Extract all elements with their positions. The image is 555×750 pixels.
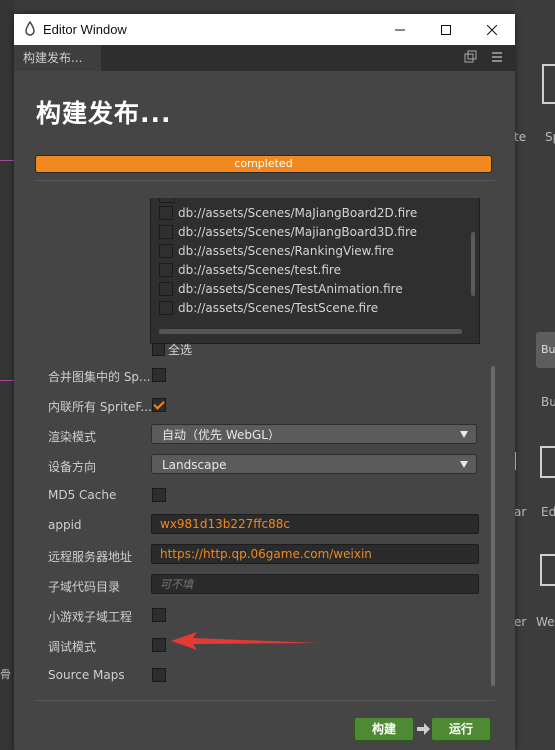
build-progress-bar: completed [35, 155, 492, 173]
scene-checkbox[interactable] [159, 224, 173, 239]
render-mode-value: 自动（优先 WebGL） [162, 428, 280, 442]
render-mode-label: 渲染模式 [48, 430, 97, 444]
asset-thumbnail-icon [540, 554, 555, 586]
subdomain-dir-label: 子域代码目录 [48, 580, 121, 594]
editor-window: Editor Window 构建发布... 构建发布... completed [14, 14, 515, 750]
minimize-icon [395, 29, 405, 30]
select-all-label: 全选 [168, 343, 193, 357]
orientation-select[interactable]: Landscape [151, 454, 477, 474]
maximize-button[interactable] [423, 14, 469, 45]
scene-checkbox[interactable] [159, 281, 173, 296]
menu-icon[interactable] [490, 50, 504, 64]
background-guide-line [0, 160, 14, 161]
build-button[interactable]: 构建 [354, 717, 414, 741]
scene-path: db://assets/Scenes/test.fire [178, 262, 341, 277]
inline-sprite-label: 内联所有 SpriteF... [48, 400, 152, 414]
list-item: db://assets/Scenes/TestAnimation.fire [159, 279, 403, 298]
list-item: db://assets/Scenes/MaJiangBoard2D.fire [159, 203, 417, 222]
select-all-checkbox[interactable] [152, 343, 165, 356]
merge-sprite-checkbox[interactable] [152, 368, 166, 382]
render-mode-select[interactable]: 自动（优先 WebGL） [151, 424, 477, 444]
divider [35, 180, 495, 181]
background-label: 骨 [0, 668, 11, 681]
scene-path: db://assets/Scenes/MajiangBoard3D.fire [178, 224, 418, 239]
list-item: db://assets/Scenes/TestScene.fire [159, 298, 378, 317]
chevron-down-icon [460, 431, 468, 438]
scene-path: db://assets/Scenes/TestScene.fire [178, 300, 379, 315]
scene-list-hscrollbar[interactable] [159, 329, 462, 334]
background-label: We [536, 615, 555, 629]
select-all-row: 全选 [152, 341, 192, 358]
scene-path: db://assets/Scenes/RankingView.fire [178, 243, 394, 258]
list-item: db://assets/Scenes/RankingView.fire [159, 241, 394, 260]
panel-scrollbar[interactable] [491, 366, 495, 686]
asset-thumbnail-icon [542, 64, 555, 104]
background-editor-strip [0, 0, 555, 15]
debug-mode-label: 调试模式 [48, 640, 97, 654]
background-label: er [514, 615, 527, 629]
divider [35, 700, 495, 701]
background-label: te [514, 130, 527, 144]
list-item: db://assets/Scenes/test.fire [159, 260, 341, 279]
orientation-label: 设备方向 [48, 460, 97, 474]
tab-build[interactable]: 构建发布... [14, 45, 101, 71]
appid-input[interactable]: wx981d13b227ffc88c [151, 514, 479, 534]
scene-checkbox[interactable] [159, 205, 173, 220]
maximize-icon [441, 24, 451, 35]
md5-cache-checkbox[interactable] [152, 488, 166, 502]
background-label: ar [514, 505, 527, 519]
page-title: 构建发布... [36, 99, 172, 128]
build-panel: 构建发布... completed db://assets/Scenes/MaJ… [14, 71, 515, 750]
scene-checkbox[interactable] [159, 300, 173, 315]
scene-checkbox[interactable] [159, 262, 173, 277]
subdomain-project-label: 小游戏子域工程 [48, 610, 133, 624]
background-label: Sp [545, 130, 555, 144]
annotation-arrow [171, 632, 319, 650]
cocos-app-icon [25, 21, 35, 36]
orientation-value: Landscape [162, 458, 227, 472]
source-maps-checkbox[interactable] [152, 668, 166, 682]
subdomain-project-checkbox[interactable] [152, 608, 166, 622]
background-left-panel: 骨 [0, 0, 14, 750]
background-right-panel: te Sp Bu Bu ar Ed er We [510, 0, 555, 750]
inline-sprite-checkbox[interactable] [152, 398, 166, 412]
background-button: Bu [536, 332, 555, 368]
source-maps-label: Source Maps [48, 668, 125, 682]
arrow-right-icon [417, 723, 430, 735]
scene-list: db://assets/Scenes/MaJiangBoard2D.fire d… [150, 198, 480, 344]
run-button[interactable]: 运行 [431, 717, 491, 741]
popout-icon[interactable] [463, 50, 477, 64]
background-label: Bu [541, 395, 555, 409]
merge-sprite-label: 合并图集中的 Sp... [48, 370, 151, 384]
title-bar[interactable]: Editor Window [14, 14, 515, 45]
background-guide-line [0, 380, 14, 381]
subdomain-dir-input[interactable]: 可不填 [151, 574, 479, 594]
scene-path: db://assets/Scenes/TestAnimation.fire [178, 281, 403, 296]
appid-label: appid [48, 518, 82, 532]
scene-list-scrollbar[interactable] [471, 232, 475, 296]
window-title: Editor Window [43, 22, 127, 37]
debug-mode-checkbox[interactable] [152, 638, 166, 652]
chevron-down-icon [460, 461, 468, 468]
list-item: db://assets/Scenes/MajiangBoard3D.fire [159, 222, 417, 241]
close-button[interactable] [469, 14, 515, 45]
md5-cache-label: MD5 Cache [48, 488, 117, 502]
background-label: Ed [541, 505, 555, 519]
remote-server-input[interactable]: https://http.qp.06game.com/weixin [151, 544, 479, 564]
close-icon [487, 24, 497, 35]
scene-path: db://assets/Scenes/MaJiangBoard2D.fire [178, 205, 418, 220]
tab-bar: 构建发布... [14, 45, 515, 71]
scene-checkbox[interactable] [159, 243, 173, 258]
remote-server-label: 远程服务器地址 [48, 550, 133, 564]
minimize-button[interactable] [377, 14, 423, 45]
asset-thumbnail-icon [540, 446, 555, 478]
